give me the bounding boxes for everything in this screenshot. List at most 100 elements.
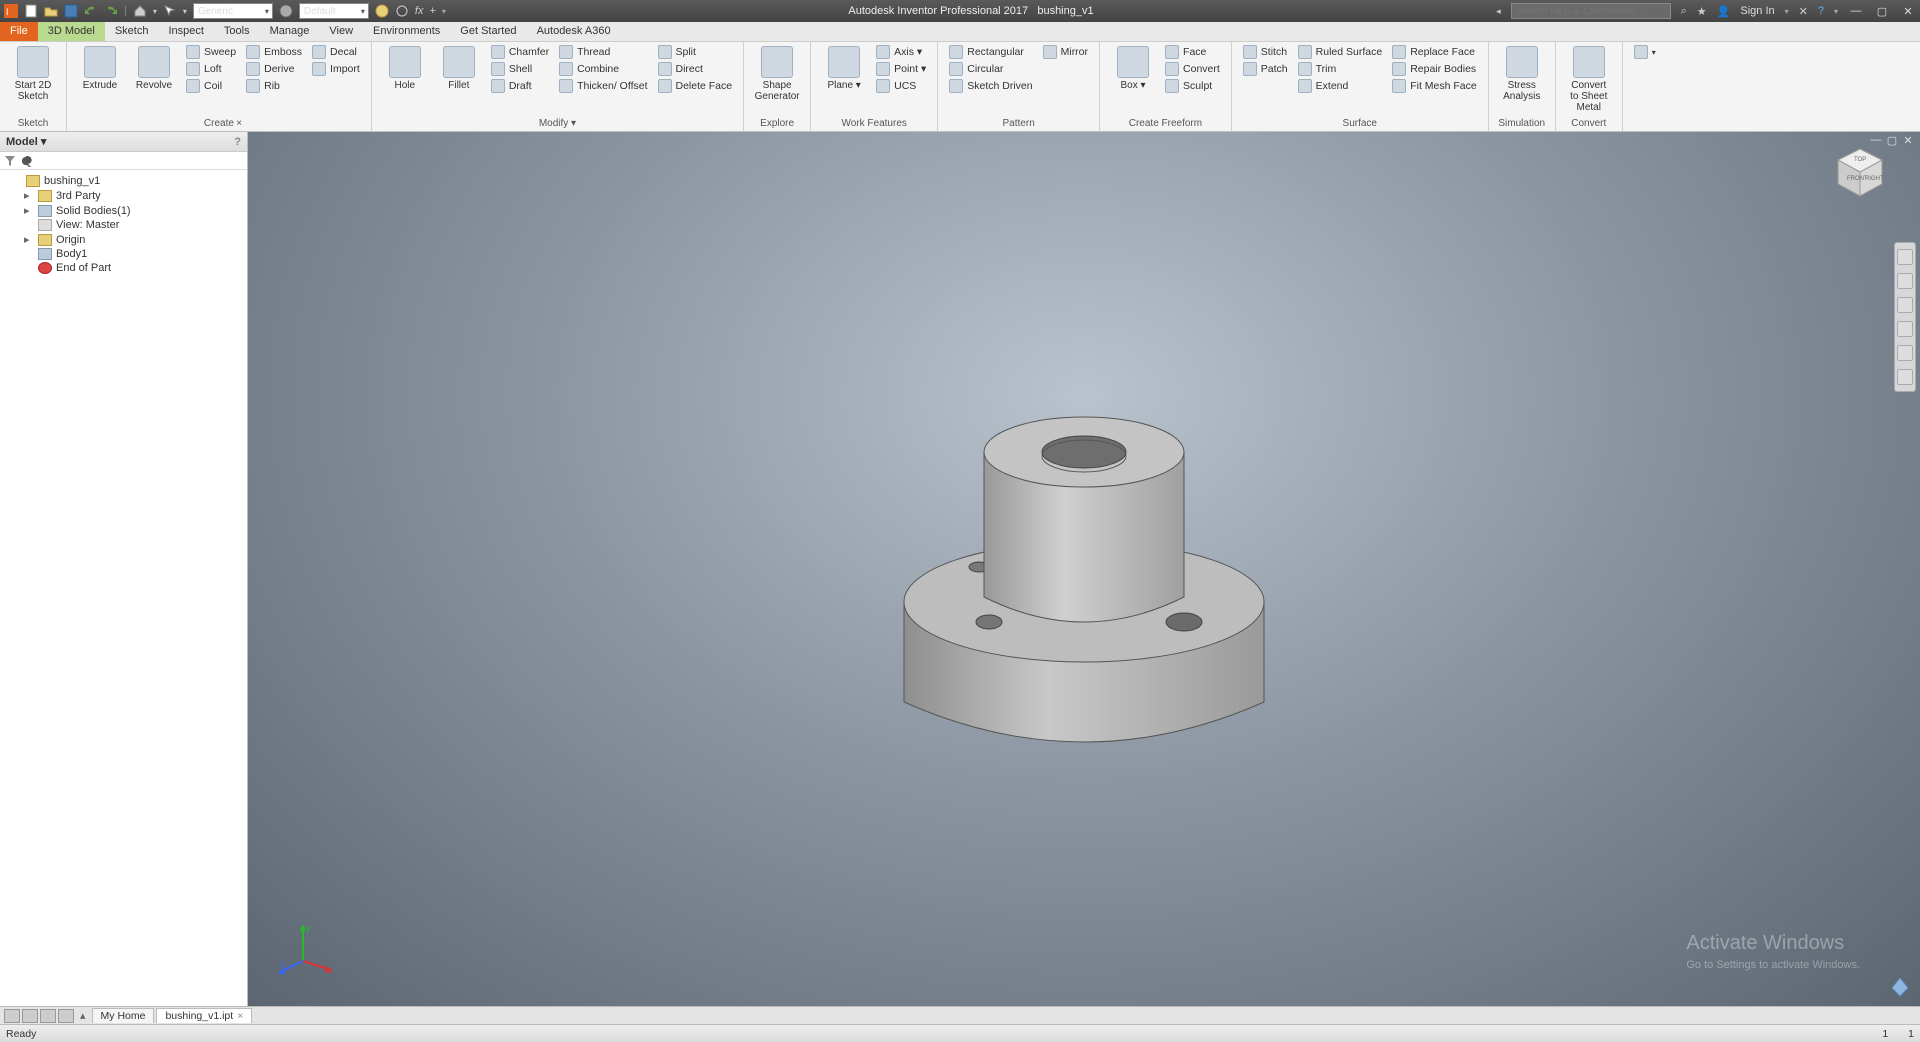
sweep-button[interactable]: Sweep: [183, 44, 239, 60]
tree-node-3rd-party[interactable]: ▸3rd Party: [2, 188, 245, 203]
stress-button[interactable]: Stress Analysis: [1497, 44, 1547, 104]
tree-twist[interactable]: ▸: [24, 189, 34, 202]
tab-environments[interactable]: Environments: [363, 22, 450, 41]
redo-icon[interactable]: [104, 4, 118, 18]
import-button[interactable]: Import: [309, 61, 363, 77]
tab-manage[interactable]: Manage: [260, 22, 320, 41]
sign-in-dd[interactable]: ▾: [1785, 7, 1789, 16]
doc-layout-2-icon[interactable]: [22, 1009, 38, 1023]
revolve-button[interactable]: Revolve: [129, 44, 179, 93]
filter-icon[interactable]: [4, 155, 16, 167]
doc-tab-close-button[interactable]: ×: [237, 1010, 243, 1022]
tab-file[interactable]: File: [0, 22, 38, 41]
tree-node-body1[interactable]: Body1: [2, 247, 245, 261]
tab-view[interactable]: View: [319, 22, 363, 41]
home-icon[interactable]: [133, 4, 147, 18]
tab-get-started[interactable]: Get Started: [450, 22, 526, 41]
thread-button[interactable]: Thread: [556, 44, 650, 60]
tree-node-end-of-part[interactable]: End of Part: [2, 261, 245, 275]
inventor-corner-icon[interactable]: [1888, 974, 1912, 998]
doc-layout-1-icon[interactable]: [4, 1009, 20, 1023]
tab-autodesk-a360[interactable]: Autodesk A360: [527, 22, 621, 41]
restore-button[interactable]: ▢: [1874, 3, 1890, 19]
qat-misc-icon[interactable]: [395, 4, 409, 18]
hole-button[interactable]: Hole: [380, 44, 430, 93]
tree-node-solid-bodies-1-[interactable]: ▸Solid Bodies(1): [2, 203, 245, 218]
orbit-icon[interactable]: [1897, 321, 1913, 337]
minimize-button[interactable]: —: [1848, 3, 1864, 19]
material-dropdown[interactable]: Generic: [193, 3, 273, 19]
sculpt-button[interactable]: Sculpt: [1162, 78, 1223, 94]
coil-button[interactable]: Coil: [183, 78, 239, 94]
plus-icon[interactable]: +: [429, 5, 435, 17]
zoom-icon[interactable]: [1897, 297, 1913, 313]
replace-face-button[interactable]: Replace Face: [1389, 44, 1480, 60]
fillet-button[interactable]: Fillet: [434, 44, 484, 93]
help-icon[interactable]: ?: [1818, 5, 1824, 17]
convert-button[interactable]: Convert: [1162, 61, 1223, 77]
loft-button[interactable]: Loft: [183, 61, 239, 77]
stitch-button[interactable]: Stitch: [1240, 44, 1291, 60]
qat-dd-2[interactable]: ▾: [183, 7, 187, 16]
exchange-icon[interactable]: ✕: [1799, 5, 1808, 18]
box-button[interactable]: Box ▾: [1108, 44, 1158, 93]
rectangular-button[interactable]: Rectangular: [946, 44, 1035, 60]
plane-button[interactable]: Plane ▾: [819, 44, 869, 93]
nav-more-icon[interactable]: [1897, 369, 1913, 385]
convert-to-button[interactable]: Convert to Sheet Metal: [1564, 44, 1614, 115]
sketch-driven-button[interactable]: Sketch Driven: [946, 78, 1035, 94]
shell-button[interactable]: Shell: [488, 61, 552, 77]
fit-mesh-face-button[interactable]: Fit Mesh Face: [1389, 78, 1480, 94]
shape-button[interactable]: Shape Generator: [752, 44, 802, 104]
extrude-button[interactable]: Extrude: [75, 44, 125, 93]
user-icon[interactable]: 👤: [1717, 5, 1731, 18]
pan-icon[interactable]: [1897, 273, 1913, 289]
doc-tabs-up-icon[interactable]: ▴: [76, 1009, 90, 1022]
draft-button[interactable]: Draft: [488, 78, 552, 94]
tree-node-origin[interactable]: ▸Origin: [2, 232, 245, 247]
ucs-button[interactable]: UCS: [873, 78, 929, 94]
direct-button[interactable]: Direct: [655, 61, 736, 77]
tab-sketch[interactable]: Sketch: [105, 22, 159, 41]
trim-button[interactable]: Trim: [1295, 61, 1386, 77]
ribbon-appearance-dd[interactable]: ▾: [1631, 44, 1659, 60]
tab-tools[interactable]: Tools: [214, 22, 260, 41]
face-button[interactable]: Face: [1162, 44, 1223, 60]
chamfer-button[interactable]: Chamfer: [488, 44, 552, 60]
appearance-dropdown[interactable]: Default: [299, 3, 369, 19]
undo-icon[interactable]: [84, 4, 98, 18]
open-icon[interactable]: [44, 4, 58, 18]
emboss-button[interactable]: Emboss: [243, 44, 305, 60]
point--button[interactable]: Point ▾: [873, 61, 929, 77]
search-go-icon[interactable]: ⌕: [1681, 5, 1687, 18]
view-cube[interactable]: FRONT RIGHT TOP: [1830, 144, 1890, 204]
save-icon[interactable]: [64, 4, 78, 18]
star-icon[interactable]: ★: [1697, 5, 1707, 18]
sign-in-link[interactable]: Sign In: [1740, 5, 1774, 17]
new-icon[interactable]: [24, 4, 38, 18]
combine-button[interactable]: Combine: [556, 61, 650, 77]
decal-button[interactable]: Decal: [309, 44, 363, 60]
mirror-button[interactable]: Mirror: [1040, 44, 1091, 60]
tree-node-bushing-v1[interactable]: bushing_v1: [2, 174, 245, 188]
browser-close-button[interactable]: ×: [233, 118, 245, 130]
steering-wheel-icon[interactable]: [1897, 249, 1913, 265]
info-chevron-icon[interactable]: ◂: [1496, 6, 1501, 17]
search-input[interactable]: [1511, 3, 1671, 19]
vp-close-button[interactable]: ✕: [1902, 134, 1914, 146]
axis--button[interactable]: Axis ▾: [873, 44, 929, 60]
split-button[interactable]: Split: [655, 44, 736, 60]
find-icon[interactable]: [22, 155, 34, 167]
repair-bodies-button[interactable]: Repair Bodies: [1389, 61, 1480, 77]
start-button[interactable]: Start 2D Sketch: [8, 44, 58, 104]
delete-face-button[interactable]: Delete Face: [655, 78, 736, 94]
doc-layout-4-icon[interactable]: [58, 1009, 74, 1023]
extend-button[interactable]: Extend: [1295, 78, 1386, 94]
browser-help-icon[interactable]: ?: [234, 136, 241, 148]
ruled-surface-button[interactable]: Ruled Surface: [1295, 44, 1386, 60]
derive-button[interactable]: Derive: [243, 61, 305, 77]
tab-inspect[interactable]: Inspect: [158, 22, 213, 41]
qat-dd[interactable]: ▾: [153, 7, 157, 16]
doc-tab-bushing-v1-ipt[interactable]: bushing_v1.ipt×: [156, 1008, 252, 1023]
doc-tab-my-home[interactable]: My Home: [92, 1008, 155, 1023]
